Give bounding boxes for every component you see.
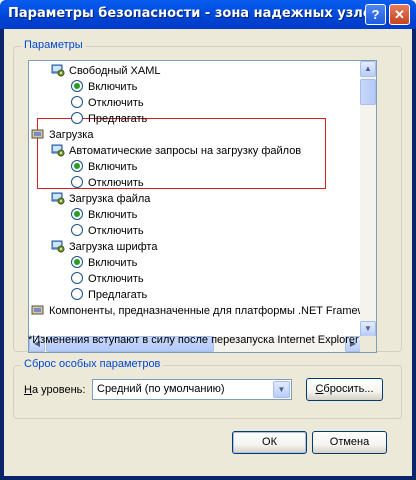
settings-icon bbox=[51, 239, 65, 253]
radio-icon[interactable] bbox=[71, 224, 83, 237]
title-bar[interactable]: Параметры безопасности - зона надежных у… bbox=[0, 0, 416, 29]
radio-icon[interactable] bbox=[71, 112, 83, 125]
security-level-value: Средний (по умолчанию) bbox=[97, 383, 225, 395]
row-label: Отключить bbox=[88, 273, 144, 285]
radio-option[interactable]: Отключить bbox=[71, 271, 144, 287]
category-row: Компоненты, предназначенные для платформ… bbox=[31, 303, 361, 319]
row-label: Включить bbox=[88, 81, 138, 93]
window-title: Параметры безопасности - зона надежных у… bbox=[8, 6, 380, 21]
reset-button-text: бросить... bbox=[323, 383, 374, 395]
dialog-client-area: Параметры Свободный XAML Включить Отключит… bbox=[4, 29, 412, 476]
scroll-down-button[interactable]: ▼ bbox=[360, 321, 376, 337]
row-label: Загрузка шрифта bbox=[69, 241, 158, 253]
scroll-up-button[interactable]: ▲ bbox=[360, 61, 376, 77]
row-label: Компоненты, предназначенные для платформ… bbox=[49, 305, 361, 317]
row-label: Включить bbox=[88, 161, 138, 173]
cancel-button[interactable]: Отмена bbox=[312, 431, 387, 454]
setting-row: Загрузка шрифта bbox=[51, 239, 157, 255]
close-button[interactable]: ✕ bbox=[389, 4, 410, 25]
radio-selected-icon[interactable] bbox=[71, 208, 83, 221]
ok-button[interactable]: ОК bbox=[232, 431, 307, 454]
security-level-select[interactable]: Средний (по умолчанию) ▼ bbox=[92, 379, 292, 400]
vertical-scroll-thumb[interactable] bbox=[360, 79, 376, 105]
radio-selected-icon[interactable] bbox=[71, 256, 83, 269]
radio-option[interactable]: Предлагать bbox=[71, 287, 147, 303]
radio-icon[interactable] bbox=[71, 288, 83, 301]
help-button[interactable]: ? bbox=[365, 4, 386, 25]
row-label: Предлагать bbox=[88, 113, 148, 125]
radio-option[interactable]: Включить bbox=[71, 159, 137, 175]
radio-option[interactable]: Отключить bbox=[71, 223, 144, 239]
radio-selected-icon[interactable] bbox=[71, 160, 83, 173]
category-row: Загрузка bbox=[31, 127, 93, 143]
setting-row: Автоматические запросы на загрузку файло… bbox=[51, 143, 301, 159]
scroll-corner bbox=[360, 336, 376, 352]
radio-icon[interactable] bbox=[71, 272, 83, 285]
row-label: Предлагать bbox=[88, 289, 148, 301]
radio-selected-icon[interactable] bbox=[71, 80, 83, 93]
security-settings-window: Параметры безопасности - зона надежных у… bbox=[0, 0, 416, 480]
settings-icon bbox=[51, 143, 65, 157]
row-label: Загрузка файла bbox=[69, 193, 151, 205]
restart-note: *Изменения вступают в силу после перезап… bbox=[28, 334, 359, 346]
setting-row: Загрузка файла bbox=[51, 191, 150, 207]
radio-option[interactable]: Отключить bbox=[71, 175, 144, 191]
level-label-text: а уровень: bbox=[31, 384, 86, 396]
row-label: Отключить bbox=[88, 177, 144, 189]
settings-group-legend: Параметры bbox=[21, 39, 86, 51]
chevron-down-icon[interactable]: ▼ bbox=[273, 381, 290, 398]
level-label: На уровень: bbox=[24, 384, 85, 396]
radio-option[interactable]: Отключить bbox=[71, 95, 144, 111]
radio-option[interactable]: Включить bbox=[71, 255, 137, 271]
row-label: Отключить bbox=[88, 225, 144, 237]
component-icon bbox=[31, 127, 45, 141]
vertical-scrollbar[interactable]: ▲ ▼ bbox=[360, 61, 376, 337]
component-icon bbox=[31, 303, 45, 317]
row-label: Включить bbox=[88, 257, 138, 269]
reset-group-legend: Сброс особых параметров bbox=[21, 358, 164, 370]
radio-icon[interactable] bbox=[71, 96, 83, 109]
radio-option[interactable]: Включить bbox=[71, 207, 137, 223]
row-label: Свободный XAML bbox=[69, 65, 161, 77]
reset-button[interactable]: Сбросить... bbox=[306, 378, 383, 401]
row-label: Загрузка bbox=[49, 129, 94, 141]
settings-icon bbox=[51, 191, 65, 205]
radio-option[interactable]: Предлагать bbox=[71, 111, 147, 127]
row-label: Отключить bbox=[88, 97, 144, 109]
settings-tree[interactable]: Свободный XAML Включить Отключить Предлагат… bbox=[28, 60, 377, 353]
level-label-accel: Н bbox=[24, 384, 32, 396]
row-label: Автоматические запросы на загрузку файло… bbox=[69, 145, 302, 157]
radio-icon[interactable] bbox=[71, 176, 83, 189]
settings-icon bbox=[51, 63, 65, 77]
setting-row: Свободный XAML bbox=[51, 63, 161, 79]
settings-tree-content: Свободный XAML Включить Отключить Предлагат… bbox=[29, 61, 361, 337]
radio-option[interactable]: Включить bbox=[71, 79, 137, 95]
row-label: Включить bbox=[88, 209, 138, 221]
